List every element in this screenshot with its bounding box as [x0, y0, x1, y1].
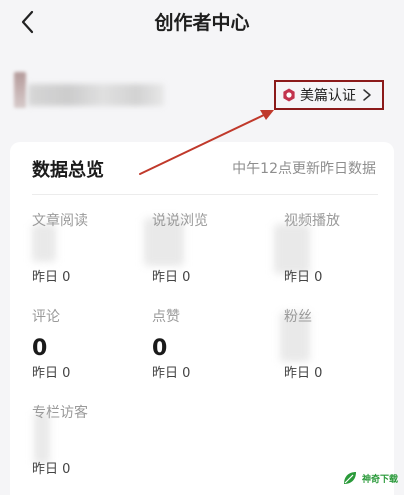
stat-value: 0 — [32, 336, 48, 361]
certification-button[interactable]: 美篇认证 — [274, 80, 384, 110]
stat-followers[interactable]: 粉丝 昨日 0 — [280, 306, 404, 390]
stat-video-plays[interactable]: 视频播放 昨日 0 — [274, 210, 404, 294]
stat-label: 评论 — [32, 309, 60, 325]
stat-yesterday: 昨日 0 — [152, 270, 191, 285]
stat-label: 说说浏览 — [152, 213, 208, 229]
blurred-username — [28, 84, 164, 106]
overview-title: 数据总览 — [32, 160, 104, 181]
stat-label: 视频播放 — [284, 213, 340, 229]
badge-icon — [283, 88, 295, 102]
stat-article-reads[interactable]: 文章阅读 昨日 0 — [32, 210, 152, 294]
data-overview-card: 数据总览 中午12点更新昨日数据 文章阅读 昨日 0 说说浏览 昨日 0 视频播… — [10, 142, 394, 495]
watermark: 神奇下载 — [341, 469, 398, 487]
certification-label: 美篇认证 — [300, 88, 356, 104]
stat-yesterday: 昨日 0 — [284, 270, 323, 285]
stat-value: 0 — [152, 336, 168, 361]
stat-likes[interactable]: 点赞 0 昨日 0 — [152, 306, 272, 390]
stat-label: 文章阅读 — [32, 213, 88, 229]
update-note: 中午12点更新昨日数据 — [232, 161, 376, 177]
divider — [32, 194, 378, 195]
stat-yesterday: 昨日 0 — [284, 366, 323, 381]
stat-label: 专栏访客 — [32, 405, 88, 421]
stat-label: 粉丝 — [284, 309, 312, 325]
stat-yesterday: 昨日 0 — [152, 366, 191, 381]
stat-yesterday: 昨日 0 — [32, 462, 71, 477]
avatar[interactable] — [14, 72, 26, 108]
watermark-text: 神奇下载 — [361, 474, 398, 485]
leaf-icon — [343, 472, 356, 484]
stat-yesterday: 昨日 0 — [32, 366, 71, 381]
stat-posts-views[interactable]: 说说浏览 昨日 0 — [144, 210, 272, 294]
chevron-right-icon — [363, 89, 371, 101]
stat-yesterday: 昨日 0 — [32, 270, 71, 285]
top-bar: 创作者中心 — [0, 0, 404, 44]
stat-comments[interactable]: 评论 0 昨日 0 — [32, 306, 152, 390]
stat-label: 点赞 — [152, 309, 180, 325]
page-title: 创作者中心 — [154, 12, 250, 34]
stat-column-visitors[interactable]: 专栏访客 昨日 0 — [32, 402, 152, 486]
